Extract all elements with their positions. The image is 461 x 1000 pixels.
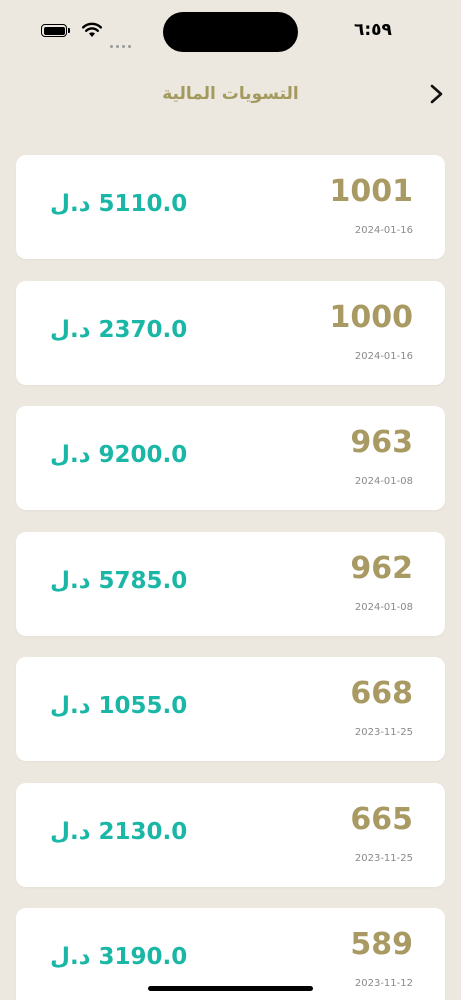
settlement-card[interactable]: 1001 2024-01-16 5110.0 د.ل: [16, 155, 445, 259]
dynamic-island: [163, 12, 298, 52]
settlement-number: 668: [350, 676, 413, 711]
cellular-signal-icon: [110, 33, 134, 52]
settlement-card[interactable]: 963 2024-01-08 9200.0 د.ل: [16, 406, 445, 510]
settlement-card[interactable]: 668 2023-11-25 1055.0 د.ل: [16, 657, 445, 761]
wifi-icon: [82, 22, 102, 37]
settlement-amount: 5110.0 د.ل: [50, 191, 188, 217]
settlement-amount: 1055.0 د.ل: [50, 693, 188, 719]
home-indicator: [148, 986, 313, 991]
status-time: ٦:٥٩: [354, 20, 392, 40]
settlement-amount: 3190.0 د.ل: [50, 944, 188, 970]
settlement-number: 1001: [329, 174, 414, 209]
status-bar: ٦:٥٩: [0, 0, 461, 62]
settlement-date: 2024-01-16: [354, 225, 413, 236]
settlement-card[interactable]: 1000 2024-01-16 2370.0 د.ل: [16, 281, 445, 385]
settlement-card[interactable]: 665 2023-11-25 2130.0 د.ل: [16, 783, 445, 887]
settlement-amount: 2370.0 د.ل: [50, 317, 188, 343]
settlement-date: 2023-11-25: [354, 853, 413, 864]
settlement-amount: 5785.0 د.ل: [50, 568, 188, 594]
settlement-date: 2024-01-16: [354, 351, 413, 362]
settlement-card[interactable]: 962 2024-01-08 5785.0 د.ل: [16, 532, 445, 636]
settlement-number: 962: [350, 551, 413, 586]
settlement-date: 2024-01-08: [354, 476, 413, 487]
settlement-number: 963: [350, 425, 413, 460]
settlement-number: 665: [350, 802, 413, 837]
settlement-date: 2023-11-25: [354, 727, 413, 738]
page-title: التسويات المالية: [162, 84, 299, 104]
settlement-date: 2024-01-08: [354, 602, 413, 613]
settlement-date: 2023-11-12: [354, 978, 413, 989]
back-chevron-icon[interactable]: [426, 82, 448, 106]
settlement-amount: 2130.0 د.ل: [50, 819, 188, 845]
battery-icon: [41, 24, 73, 39]
settlement-amount: 9200.0 د.ل: [50, 442, 188, 468]
settlement-number: 589: [350, 927, 413, 962]
settlement-number: 1000: [329, 300, 414, 335]
